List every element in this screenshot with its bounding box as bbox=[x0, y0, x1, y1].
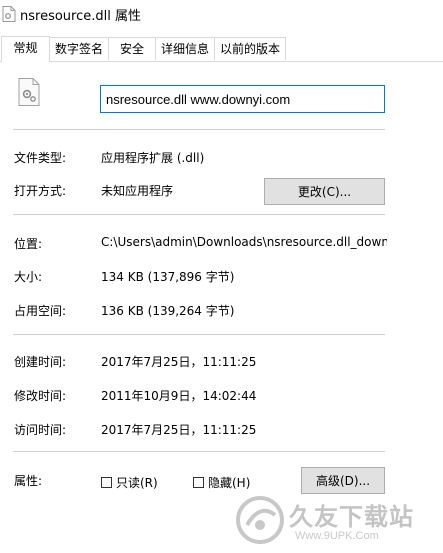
separator bbox=[13, 334, 385, 335]
tab-general[interactable]: 常规 bbox=[1, 36, 50, 62]
tab-digital-signatures[interactable]: 数字签名 bbox=[49, 37, 109, 60]
file-type-label: 文件类型: bbox=[14, 151, 67, 165]
location-label: 位置: bbox=[14, 237, 43, 251]
tab-previous-versions[interactable]: 以前的版本 bbox=[214, 37, 286, 60]
accessed-label: 访问时间: bbox=[14, 423, 67, 437]
watermark-url: Www.9UPK.Com bbox=[295, 530, 379, 542]
modified-label: 修改时间: bbox=[14, 389, 67, 403]
opens-with-value: 未知应用程序 bbox=[101, 184, 174, 198]
hidden-checkbox-box[interactable] bbox=[193, 477, 204, 488]
created-label: 创建时间: bbox=[14, 355, 67, 369]
watermark-text: 久友下载站 bbox=[289, 503, 414, 531]
readonly-checkbox-label: 只读(R) bbox=[116, 476, 158, 490]
tab-security[interactable]: 安全 bbox=[108, 37, 156, 60]
separator bbox=[13, 214, 385, 215]
site-logo-icon bbox=[236, 496, 284, 544]
watermark: 久友下载站 Www.9UPK.Com bbox=[233, 493, 443, 553]
size-value: 134 KB (137,896 字节) bbox=[101, 270, 235, 284]
change-button[interactable]: 更改(C)... bbox=[264, 178, 385, 205]
accessed-value: 2017年7月25日，11:11:25 bbox=[101, 423, 257, 437]
size-on-disk-label: 占用空间: bbox=[14, 304, 67, 318]
file-type-value: 应用程序扩展 (.dll) bbox=[101, 151, 205, 165]
separator bbox=[13, 129, 385, 130]
dll-file-large-icon bbox=[18, 78, 40, 106]
created-value: 2017年7月25日，11:11:25 bbox=[101, 355, 257, 369]
size-on-disk-value: 136 KB (139,264 字节) bbox=[101, 304, 235, 318]
hidden-checkbox-label: 隐藏(H) bbox=[208, 476, 251, 490]
title-bar: nsresource.dll 属性 bbox=[0, 0, 443, 28]
window-title: nsresource.dll 属性 bbox=[20, 9, 141, 24]
advanced-button[interactable]: 高级(D)... bbox=[301, 467, 385, 494]
readonly-checkbox[interactable]: 只读(R) bbox=[101, 474, 158, 491]
attributes-label: 属性: bbox=[14, 474, 43, 488]
opens-with-label: 打开方式: bbox=[14, 184, 67, 198]
tab-details[interactable]: 详细信息 bbox=[155, 37, 215, 60]
tab-strip-border bbox=[0, 61, 443, 62]
size-label: 大小: bbox=[14, 270, 43, 284]
file-name-input[interactable] bbox=[100, 85, 385, 113]
separator bbox=[13, 451, 385, 452]
modified-value: 2011年10月9日，14:02:44 bbox=[101, 389, 257, 403]
dll-file-icon bbox=[2, 6, 16, 22]
hidden-checkbox[interactable]: 隐藏(H) bbox=[193, 474, 250, 491]
readonly-checkbox-box[interactable] bbox=[101, 477, 112, 488]
location-value: C:\Users\admin\Downloads\nsresource.dll_… bbox=[101, 235, 387, 249]
